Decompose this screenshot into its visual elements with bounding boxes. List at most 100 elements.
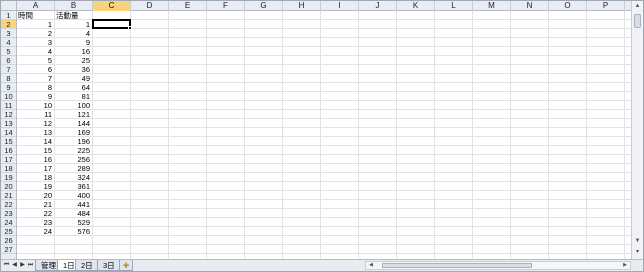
cell-hour[interactable]: 19 [17,182,54,191]
cell-activity[interactable]: 49 [55,74,92,83]
cell-hour[interactable]: 21 [17,200,54,209]
cell-activity[interactable]: 529 [55,218,92,227]
column-header-a[interactable]: A [17,1,55,11]
row-header-26[interactable]: 26 [1,236,16,245]
scroll-up-icon[interactable]: ▲ [633,2,642,11]
scroll-extra-icon[interactable]: ▾ [633,248,642,257]
cell-activity[interactable]: 1 [55,20,92,29]
cell-hour[interactable]: 20 [17,191,54,200]
insert-sheet-icon[interactable]: ✚ [119,260,134,271]
cell-hour[interactable]: 3 [17,38,54,47]
last-sheet-icon[interactable]: ⏭ [27,261,34,270]
column-header-i[interactable]: I [321,1,359,11]
sheet-tab[interactable]: 2日 [75,260,99,271]
column-header-b[interactable]: B [55,1,93,11]
cell-activity[interactable]: 441 [55,200,92,209]
cell-hour[interactable]: 16 [17,155,54,164]
cell-grid[interactable]: 時間 活動量 1 1 2 4 3 9 4 16 5 25 6 36 7 49 8 64 9 81 10 100 11 121 1… [17,11,631,259]
cell-hour[interactable]: 9 [17,92,54,101]
cell-activity[interactable]: 64 [55,83,92,92]
select-all-corner[interactable] [1,1,17,11]
row-header-23[interactable]: 23 [1,209,16,218]
cell-hour[interactable]: 5 [17,56,54,65]
row-header-21[interactable]: 21 [1,191,16,200]
cell-hour[interactable]: 17 [17,164,54,173]
cell-activity[interactable]: 121 [55,110,92,119]
row-header-18[interactable]: 18 [1,164,16,173]
cell-activity[interactable]: 484 [55,209,92,218]
fill-handle[interactable] [128,26,132,30]
first-sheet-icon[interactable]: ⏮ [3,261,10,270]
cell-hour[interactable]: 15 [17,146,54,155]
horizontal-scrollbar[interactable]: ◀ ▶ [365,261,631,270]
cell-activity[interactable]: 16 [55,47,92,56]
cell-hour[interactable]: 2 [17,29,54,38]
column-header-j[interactable]: J [359,1,397,11]
cell-hour[interactable]: 18 [17,173,54,182]
cell-activity[interactable]: 225 [55,146,92,155]
prev-sheet-icon[interactable]: ◀ [11,261,18,270]
column-header-o[interactable]: O [549,1,587,11]
sheet-tab[interactable]: 3日 [97,260,121,271]
vertical-scroll-thumb[interactable] [634,14,641,28]
row-header-5[interactable]: 5 [1,47,16,56]
row-header-27[interactable]: 27 [1,245,16,254]
column-header-l[interactable]: L [435,1,473,11]
column-header-k[interactable]: K [397,1,435,11]
cell-activity[interactable]: 100 [55,101,92,110]
cell-activity[interactable]: 9 [55,38,92,47]
row-header-13[interactable]: 13 [1,119,16,128]
cell-hour[interactable]: 22 [17,209,54,218]
cell-activity[interactable]: 4 [55,29,92,38]
column-header-h[interactable]: H [283,1,321,11]
row-header-22[interactable]: 22 [1,200,16,209]
cell-hour[interactable]: 10 [17,101,54,110]
column-header-p[interactable]: P [587,1,625,11]
row-header-14[interactable]: 14 [1,128,16,137]
row-header-24[interactable]: 24 [1,218,16,227]
cell-activity[interactable]: 256 [55,155,92,164]
cell-b1-header[interactable]: 活動量 [56,11,93,20]
row-header-15[interactable]: 15 [1,137,16,146]
row-header-12[interactable]: 12 [1,110,16,119]
cell-hour[interactable]: 24 [17,227,54,236]
cell-hour[interactable]: 7 [17,74,54,83]
row-header-25[interactable]: 25 [1,227,16,236]
cell-hour[interactable]: 1 [17,20,54,29]
cell-hour[interactable]: 8 [17,83,54,92]
active-cell-c2[interactable] [92,19,131,29]
row-header-4[interactable]: 4 [1,38,16,47]
column-header-e[interactable]: E [169,1,207,11]
cell-hour[interactable]: 6 [17,65,54,74]
cell-activity[interactable]: 169 [55,128,92,137]
scroll-right-icon[interactable]: ▶ [621,262,629,269]
scroll-down-icon[interactable]: ▼ [633,237,642,246]
row-header-2[interactable]: 2 [1,20,16,29]
vertical-scrollbar[interactable]: ▲ ▼ ▾ [631,1,643,259]
horizontal-scroll-thumb[interactable] [382,263,532,268]
cell-hour[interactable]: 12 [17,119,54,128]
cell-hour[interactable]: 13 [17,128,54,137]
row-header-3[interactable]: 3 [1,29,16,38]
cell-hour[interactable]: 4 [17,47,54,56]
row-header-9[interactable]: 9 [1,83,16,92]
cell-activity[interactable]: 576 [55,227,92,236]
row-header-17[interactable]: 17 [1,155,16,164]
row-header-8[interactable]: 8 [1,74,16,83]
cell-activity[interactable]: 196 [55,137,92,146]
cell-a1-header[interactable]: 時間 [18,11,55,20]
row-header-7[interactable]: 7 [1,65,16,74]
cell-activity[interactable]: 25 [55,56,92,65]
cell-activity[interactable]: 361 [55,182,92,191]
cell-activity[interactable]: 289 [55,164,92,173]
row-header-11[interactable]: 11 [1,101,16,110]
column-header-d[interactable]: D [131,1,169,11]
cell-activity[interactable]: 324 [55,173,92,182]
row-header-16[interactable]: 16 [1,146,16,155]
row-header-19[interactable]: 19 [1,173,16,182]
column-header-n[interactable]: N [511,1,549,11]
cell-hour[interactable]: 23 [17,218,54,227]
row-header-10[interactable]: 10 [1,92,16,101]
cell-activity[interactable]: 81 [55,92,92,101]
column-header-c[interactable]: C [93,1,131,11]
